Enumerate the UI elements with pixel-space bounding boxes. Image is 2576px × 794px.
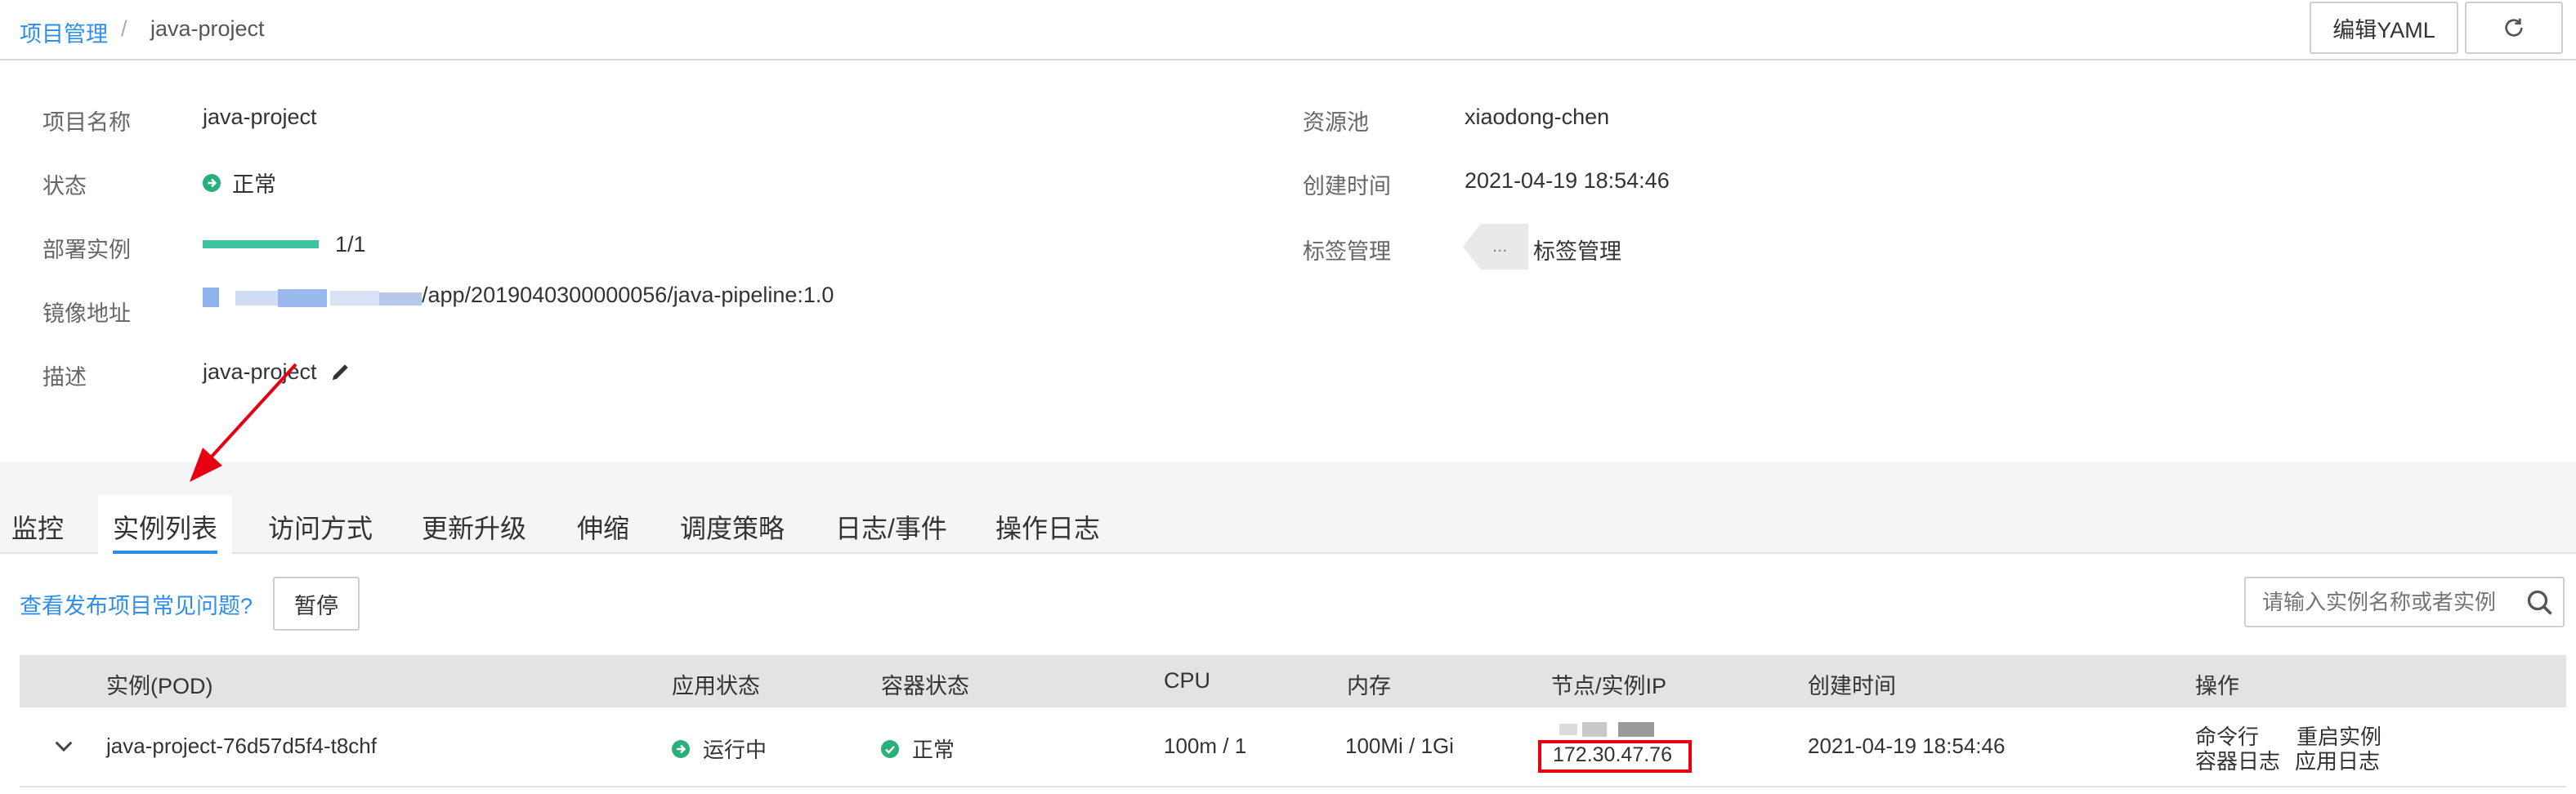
container-status-text: 正常 bbox=[912, 738, 955, 762]
status-value: 正常 bbox=[232, 172, 276, 197]
pause-button[interactable]: 暂停 bbox=[273, 577, 360, 631]
col-memory: 内存 bbox=[1347, 674, 1391, 698]
action-container-log[interactable]: 容器日志 bbox=[2195, 745, 2280, 775]
col-cpu: CPU bbox=[1164, 668, 1211, 693]
deploy-progress-bar bbox=[203, 240, 319, 248]
chevron-down-icon[interactable] bbox=[51, 734, 77, 760]
tab-monitor[interactable]: 监控 bbox=[11, 508, 64, 546]
pool-label: 资源池 bbox=[1303, 110, 1369, 135]
created-label: 创建时间 bbox=[1303, 174, 1391, 198]
desc-label: 描述 bbox=[42, 365, 87, 390]
arrow-right-circle-icon bbox=[203, 173, 221, 192]
table-row bbox=[20, 707, 2566, 786]
col-app-status: 应用状态 bbox=[672, 674, 760, 698]
app-status: 运行中 bbox=[672, 734, 767, 764]
arrow-right-circle-icon bbox=[672, 739, 690, 758]
table-header bbox=[20, 655, 2566, 707]
redacted-image-prefix bbox=[203, 286, 422, 309]
tag-label: 标签管理 bbox=[1303, 239, 1391, 264]
col-container-status: 容器状态 bbox=[881, 674, 969, 698]
row-created: 2021-04-19 18:54:46 bbox=[1808, 734, 2006, 758]
pod-name-link[interactable]: java-project-76d57d5f4-t8chf bbox=[106, 734, 377, 759]
refresh-button[interactable] bbox=[2465, 2, 2563, 54]
image-value[interactable]: /app/2019040300000056/java-pipeline:1.0 bbox=[422, 283, 834, 308]
search-icon[interactable] bbox=[2525, 588, 2555, 618]
tab-instance-list[interactable]: 实例列表 bbox=[113, 508, 218, 554]
tab-logs-events[interactable]: 日志/事件 bbox=[835, 508, 947, 546]
tab-scaling[interactable]: 伸缩 bbox=[577, 508, 629, 546]
created-value: 2021-04-19 18:54:46 bbox=[1465, 168, 1670, 193]
memory-value: 100Mi / 1Gi bbox=[1345, 734, 1454, 758]
pause-button-label: 暂停 bbox=[294, 593, 338, 618]
col-created: 创建时间 bbox=[1808, 674, 1896, 698]
app-status-text: 运行中 bbox=[703, 738, 767, 762]
cpu-value: 100m / 1 bbox=[1164, 734, 1247, 758]
tab-scheduling[interactable]: 调度策略 bbox=[680, 508, 785, 546]
breadcrumb-root[interactable]: 项目管理 bbox=[20, 16, 108, 48]
action-app-log[interactable]: 应用日志 bbox=[2295, 745, 2380, 775]
deploy-label: 部署实例 bbox=[42, 238, 131, 262]
col-pod: 实例(POD) bbox=[106, 674, 213, 698]
page-header: 项目管理 / java-project 编辑YAML bbox=[0, 0, 2576, 60]
desc-value: java-project bbox=[203, 359, 317, 384]
tag-placeholder-text: ... bbox=[1492, 235, 1508, 256]
deploy-progress-fill bbox=[203, 240, 319, 248]
container-status: 正常 bbox=[881, 734, 955, 764]
check-circle-icon bbox=[881, 739, 899, 758]
breadcrumb-current: java-project bbox=[150, 16, 265, 41]
status-indicator: 正常 bbox=[203, 167, 276, 198]
name-value: java-project bbox=[203, 105, 317, 129]
tab-upgrade[interactable]: 更新升级 bbox=[422, 508, 526, 546]
tag-placeholder-chip: ... bbox=[1463, 224, 1528, 270]
col-node-ip: 节点/实例IP bbox=[1551, 674, 1667, 698]
row-divider bbox=[20, 786, 2566, 787]
name-label: 项目名称 bbox=[42, 110, 131, 135]
deploy-value: 1/1 bbox=[335, 232, 366, 256]
instance-ip: 172.30.47.76 bbox=[1553, 743, 1672, 766]
tab-operation-log[interactable]: 操作日志 bbox=[995, 508, 1100, 546]
tab-bar-background bbox=[0, 462, 2576, 554]
image-label: 镜像地址 bbox=[42, 301, 131, 326]
status-label: 状态 bbox=[42, 174, 87, 198]
pool-value[interactable]: xiaodong-chen bbox=[1465, 105, 1609, 130]
edit-yaml-button[interactable]: 编辑YAML bbox=[2310, 2, 2458, 54]
tab-access[interactable]: 访问方式 bbox=[268, 508, 373, 546]
search-input[interactable] bbox=[2249, 582, 2511, 622]
search-box bbox=[2244, 577, 2565, 627]
edit-yaml-label: 编辑YAML bbox=[2332, 17, 2435, 42]
col-actions: 操作 bbox=[2195, 674, 2239, 698]
refresh-icon bbox=[2505, 18, 2523, 37]
redacted-node-name bbox=[1559, 722, 1659, 737]
breadcrumb-separator: / bbox=[121, 16, 127, 41]
faq-link[interactable]: 查看发布项目常见问题? bbox=[20, 588, 253, 620]
edit-pencil-icon[interactable] bbox=[329, 359, 353, 384]
tag-manage-link[interactable]: 标签管理 bbox=[1533, 234, 1621, 265]
